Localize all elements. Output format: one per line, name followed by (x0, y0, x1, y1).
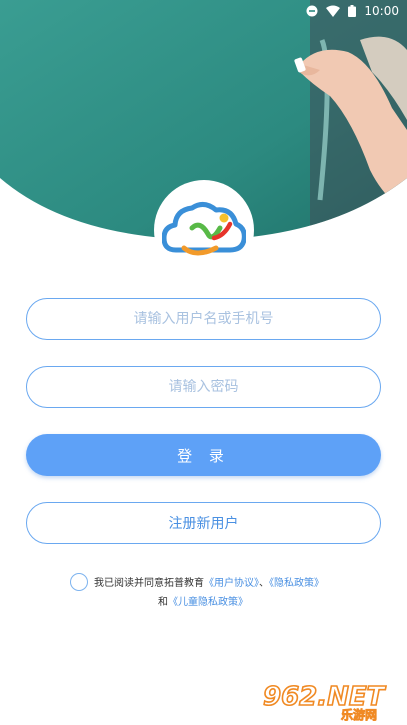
user-agreement-link[interactable]: 《用户协议》 (204, 578, 259, 589)
agreement-prefix: 我已阅读并同意拓普教育 (94, 578, 204, 589)
cloud-logo-icon (162, 202, 246, 256)
username-field[interactable] (26, 298, 381, 340)
child-privacy-policy-link[interactable]: 《儿童隐私政策》 (168, 597, 248, 608)
app-logo (154, 180, 254, 280)
login-button[interactable]: 登 录 (26, 434, 381, 476)
password-field[interactable] (26, 366, 381, 408)
password-input[interactable] (27, 379, 380, 395)
agreement-conjunction: 和 (158, 597, 168, 608)
site-watermark: 962.NET 乐游网 (261, 681, 401, 722)
watermark-sub: 乐游网 (341, 707, 377, 721)
agreement-separator: 、 (259, 578, 269, 589)
battery-icon (348, 5, 357, 17)
status-time: 10:00 (364, 4, 399, 18)
do-not-disturb-icon (306, 5, 318, 17)
status-bar: 10:00 (0, 0, 407, 22)
username-input[interactable] (27, 311, 380, 327)
wifi-icon (326, 5, 341, 17)
agreement-checkbox[interactable] (70, 573, 88, 591)
privacy-policy-link[interactable]: 《隐私政策》 (269, 578, 324, 589)
register-button[interactable]: 注册新用户 (26, 502, 381, 544)
agreement-text-line2: 和《儿童隐私政策》 (158, 593, 248, 608)
agreement-text: 我已阅读并同意拓普教育《用户协议》、《隐私政策》 (94, 574, 324, 589)
